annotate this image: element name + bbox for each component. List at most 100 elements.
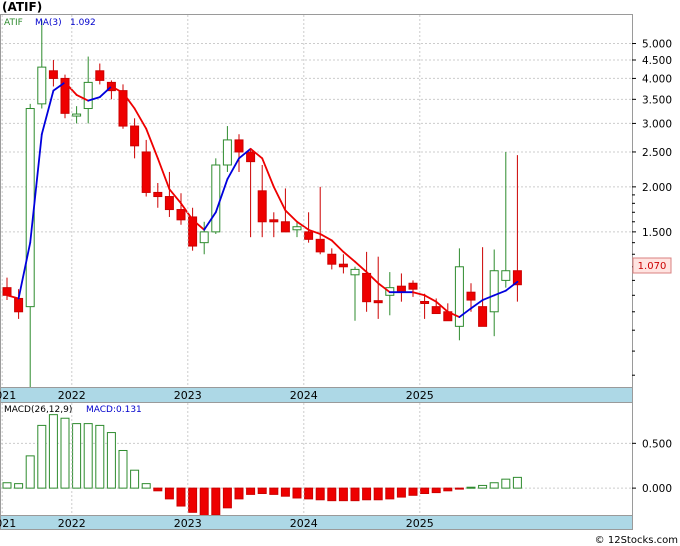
chart-root: 5.000 4.500 4.000 3.500 3.000 2.500 2.000 1.500… [0, 0, 678, 546]
macd-bar [269, 487, 279, 495]
candle-body [211, 164, 221, 233]
macd-bar [292, 487, 302, 499]
candle-body [338, 263, 348, 268]
year-label: 2022 [58, 389, 86, 402]
macd-bar [14, 483, 24, 489]
candle-body [408, 282, 418, 290]
macd-legend-value: MACD:0.131 [86, 405, 142, 415]
candle-body [501, 270, 511, 281]
price-tick-label: 5.000 [642, 39, 672, 51]
candle-body [315, 238, 325, 253]
candle-body [199, 231, 209, 244]
macd-bar [396, 487, 406, 498]
candle-body [72, 113, 82, 117]
macd-bar [176, 487, 186, 507]
macd-bar [246, 487, 256, 495]
macd-bar [489, 482, 499, 489]
year-label: 2024 [290, 389, 318, 402]
candle-body [280, 221, 290, 233]
chart-title: (ATIF) [2, 0, 42, 14]
candle-body [269, 219, 279, 223]
candle-body [478, 306, 488, 327]
macd-bar [373, 487, 383, 501]
macd-bar [141, 483, 151, 489]
macd-bar [37, 424, 47, 489]
price-tick-label: 2.500 [642, 147, 672, 159]
macd-bar [188, 487, 198, 513]
macd-bar [466, 486, 476, 489]
candle-body [246, 151, 256, 163]
macd-bar [454, 487, 464, 490]
candle-body [141, 151, 151, 193]
candle-body [292, 226, 302, 231]
macd-bar [130, 469, 140, 489]
macd-bar [350, 487, 360, 502]
macd-bar [280, 487, 290, 497]
macd-bar [118, 449, 128, 489]
candle-body [130, 125, 140, 147]
macd-year-label: 2021 [0, 517, 16, 530]
year-label: 2023 [174, 389, 202, 402]
price-tick-label: 4.000 [642, 73, 672, 85]
copyright-text: © 12Stocks.com [595, 535, 678, 546]
macd-year-label: 2024 [290, 517, 318, 530]
price-tick-label: 3.000 [642, 118, 672, 130]
macd-bar [83, 423, 93, 489]
macd-bar [72, 423, 82, 489]
macd-bar [106, 432, 116, 489]
macd-bar [315, 487, 325, 501]
macd-bar [2, 482, 12, 489]
macd-bar [257, 487, 267, 494]
macd-bar [164, 487, 174, 500]
candle-body [83, 81, 93, 110]
macd-year-label: 2022 [58, 517, 86, 530]
macd-bar [338, 487, 348, 502]
macd-bar [420, 487, 430, 494]
legend-ma-value: 1.092 [70, 18, 96, 28]
price-tick-label: 2.000 [642, 182, 672, 194]
macd-bar [478, 484, 488, 489]
macd-tick-label: 0.500 [642, 438, 672, 450]
macd-bar [443, 487, 453, 492]
candle-body [304, 231, 314, 240]
macd-bar [48, 414, 58, 489]
price-tick-label: 4.500 [642, 55, 672, 67]
candle-body [327, 253, 337, 265]
candle-body [257, 190, 267, 223]
macd-bar [501, 478, 511, 489]
macd-bar [512, 476, 522, 489]
macd-bar [385, 487, 395, 500]
macd-bar [234, 487, 244, 500]
macd-bar [60, 417, 70, 489]
candle-body [489, 270, 499, 313]
candle-body [14, 297, 24, 313]
macd-year-label: 2023 [174, 517, 202, 530]
macd-bar [211, 487, 221, 516]
macd-bar [362, 487, 372, 501]
candle-body [373, 300, 383, 304]
candle-body [396, 285, 406, 293]
candle-body [431, 306, 441, 315]
legend-ma-label: MA(3) [35, 18, 62, 28]
macd-bar [408, 487, 418, 496]
candle-body [466, 291, 476, 301]
macd-bar [304, 487, 314, 500]
candle-body [25, 108, 35, 308]
candle-body [176, 209, 186, 221]
year-label: 2021 [0, 389, 16, 402]
macd-bar [199, 487, 209, 519]
macd-y-axis: 0.500 0.000 [632, 438, 672, 495]
candle-body [48, 70, 58, 79]
candle-body [2, 287, 12, 296]
candle-body [234, 139, 244, 153]
candle-body [350, 268, 360, 276]
price-tick-label: 3.500 [642, 94, 672, 106]
current-price-label: 1.070 [638, 261, 667, 272]
macd-bar [431, 487, 441, 494]
candle-body [153, 191, 163, 198]
macd-bar [153, 487, 163, 492]
macd-bar [95, 424, 105, 489]
candle-body [420, 301, 430, 305]
macd-bar [327, 487, 337, 502]
candle-body [362, 272, 372, 303]
